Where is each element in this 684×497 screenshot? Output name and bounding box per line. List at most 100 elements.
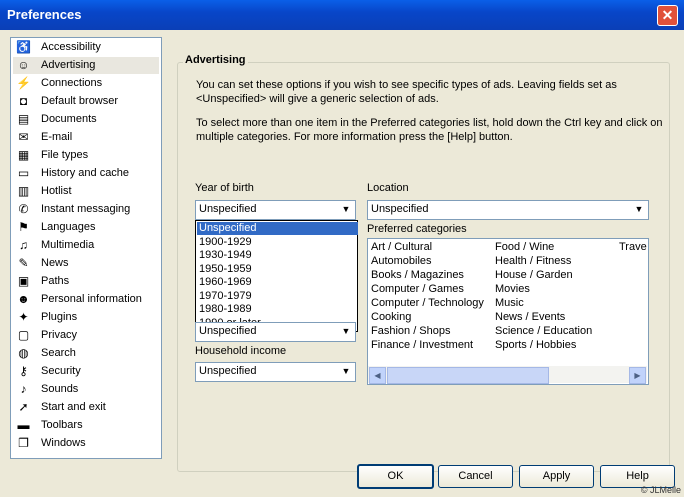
sidebar-item[interactable]: ➚ Start and exit <box>13 399 159 416</box>
sidebar-item[interactable]: ▥ Hotlist <box>13 183 159 200</box>
sidebar[interactable]: ♿ Accessibility ☺ Advertising ⚡ Connections ◘ D… <box>10 37 162 459</box>
sidebar-item-label: Personal information <box>41 293 142 305</box>
sidebar-item-label: Multimedia <box>41 239 95 251</box>
category-item[interactable]: Trave <box>619 241 647 253</box>
sidebar-item[interactable]: ♿ Accessibility <box>13 39 159 56</box>
sidebar-item[interactable]: ▬ Toolbars <box>13 417 159 434</box>
sidebar-item[interactable]: ▣ Paths <box>13 273 159 290</box>
title-bar[interactable]: Preferences ✕ <box>0 0 684 30</box>
sidebar-item-label: Advertising <box>41 59 96 71</box>
scroll-right-icon[interactable]: ▶ <box>629 367 646 384</box>
sidebar-item[interactable]: ▤ Documents <box>13 111 159 128</box>
cache-icon: ▭ <box>17 166 30 180</box>
category-item[interactable]: Art / Cultural <box>371 241 432 253</box>
year-option[interactable]: 1900-1929 <box>197 236 358 249</box>
sidebar-item[interactable]: ♪ Sounds <box>13 381 159 398</box>
chevron-down-icon[interactable]: ▼ <box>339 203 353 216</box>
sidebar-item-label: News <box>41 257 69 269</box>
year-of-birth-dropdown[interactable]: Unspecified 1900-1929 1930-1949 1950-1959 19… <box>195 220 358 332</box>
category-item[interactable]: House / Garden <box>495 269 573 281</box>
category-item[interactable]: Sports / Hobbies <box>495 339 576 351</box>
sidebar-item-label: Instant messaging <box>41 203 131 215</box>
year-option[interactable]: 1960-1969 <box>197 276 358 289</box>
category-item[interactable]: Cooking <box>371 311 411 323</box>
category-item[interactable]: Finance / Investment <box>371 339 473 351</box>
year-of-birth-label: Year of birth <box>195 182 254 194</box>
hotlist-icon: ▥ <box>17 184 30 198</box>
sidebar-item-label: Windows <box>41 437 86 449</box>
sidebar-item-label: Paths <box>41 275 70 287</box>
accessibility-icon: ♿ <box>16 40 31 54</box>
apply-button[interactable]: Apply <box>519 465 594 488</box>
sidebar-item[interactable]: ✎ News <box>13 255 159 272</box>
description-1-line-2: <Unspecified> will give a generic select… <box>196 93 439 105</box>
year-of-birth-select[interactable]: Unspecified ▼ <box>195 200 356 220</box>
year-option[interactable]: Unspecified <box>197 222 358 235</box>
news-icon: ✎ <box>18 256 29 270</box>
year-option[interactable]: 1980-1989 <box>197 303 358 316</box>
sidebar-item-label: Start and exit <box>41 401 106 413</box>
year-option[interactable]: 1930-1949 <box>197 249 358 262</box>
category-item[interactable]: Books / Magazines <box>371 269 464 281</box>
sidebar-item-label: Sounds <box>41 383 79 395</box>
sidebar-item-label: File types <box>41 149 89 161</box>
cancel-button[interactable]: Cancel <box>438 465 513 488</box>
category-item[interactable]: Science / Education <box>495 325 592 337</box>
sidebar-item-label: Accessibility <box>41 41 101 53</box>
gender-select[interactable]: Unspecified ▼ <box>195 322 356 342</box>
chevron-down-icon[interactable]: ▼ <box>339 365 353 378</box>
sidebar-item[interactable]: ☺ Advertising <box>13 57 159 74</box>
preferred-categories-list[interactable]: Art / Cultural Automobiles Books / Magazin… <box>367 238 649 385</box>
chevron-down-icon[interactable]: ▼ <box>632 203 646 216</box>
category-item[interactable]: Movies <box>495 283 530 295</box>
location-select[interactable]: Unspecified ▼ <box>367 200 649 220</box>
sidebar-item[interactable]: ▭ History and cache <box>13 165 159 182</box>
sidebar-item[interactable]: ◍ Search <box>13 345 159 362</box>
scroll-thumb[interactable] <box>387 367 549 384</box>
category-item[interactable]: Computer / Games <box>371 283 464 295</box>
sidebar-item[interactable]: ◘ Default browser <box>13 93 159 110</box>
year-option[interactable]: 1970-1979 <box>197 290 358 303</box>
security-icon: ⚷ <box>19 364 28 378</box>
category-item[interactable]: Music <box>495 297 524 309</box>
year-option[interactable]: 1950-1959 <box>197 263 358 276</box>
category-item[interactable]: Fashion / Shops <box>371 325 451 337</box>
sidebar-item[interactable]: ✉ E-mail <box>13 129 159 146</box>
mail-icon: ✉ <box>18 130 29 144</box>
household-income-label: Household income <box>195 345 287 357</box>
messaging-icon: ✆ <box>18 202 29 216</box>
category-item[interactable]: Computer / Technology <box>371 297 484 309</box>
sidebar-item[interactable]: ❐ Windows <box>13 435 159 452</box>
dialog-client: ♿ Accessibility ☺ Advertising ⚡ Connections ◘ D… <box>0 30 684 497</box>
sidebar-item[interactable]: ☻ Personal information <box>13 291 159 308</box>
search-icon: ◍ <box>18 346 29 360</box>
sidebar-item[interactable]: ▢ Privacy <box>13 327 159 344</box>
household-income-select[interactable]: Unspecified ▼ <box>195 362 356 382</box>
category-item[interactable]: News / Events <box>495 311 565 323</box>
chevron-down-icon[interactable]: ▼ <box>339 325 353 338</box>
sidebar-item[interactable]: ✦ Plugins <box>13 309 159 326</box>
scroll-left-icon[interactable]: ◀ <box>369 367 386 384</box>
year-of-birth-value: Unspecified <box>199 203 257 215</box>
preferred-categories-label: Preferred categories <box>367 223 467 235</box>
category-item[interactable]: Automobiles <box>371 255 432 267</box>
privacy-icon: ▢ <box>17 328 30 342</box>
paths-icon: ▣ <box>17 274 30 288</box>
sidebar-item[interactable]: ⚡ Connections <box>13 75 159 92</box>
multimedia-icon: ♫ <box>19 238 28 252</box>
sidebar-item[interactable]: ✆ Instant messaging <box>13 201 159 218</box>
category-item[interactable]: Health / Fitness <box>495 255 571 267</box>
category-item[interactable]: Food / Wine <box>495 241 554 253</box>
window-title: Preferences <box>7 7 82 22</box>
sidebar-item-label: Default browser <box>41 95 119 107</box>
sidebar-item[interactable]: ⚑ Languages <box>13 219 159 236</box>
sidebar-item[interactable]: ▦ File types <box>13 147 159 164</box>
sidebar-item-label: Connections <box>41 77 103 89</box>
close-button[interactable]: ✕ <box>657 5 678 26</box>
horizontal-scrollbar[interactable]: ◀ ▶ <box>368 366 647 384</box>
sidebar-item[interactable]: ⚷ Security <box>13 363 159 380</box>
sidebar-item[interactable]: ♫ Multimedia <box>13 237 159 254</box>
ok-button[interactable]: OK <box>357 464 434 489</box>
sounds-icon: ♪ <box>20 382 27 396</box>
description-2: To select more than one item in the Pref… <box>196 116 663 144</box>
